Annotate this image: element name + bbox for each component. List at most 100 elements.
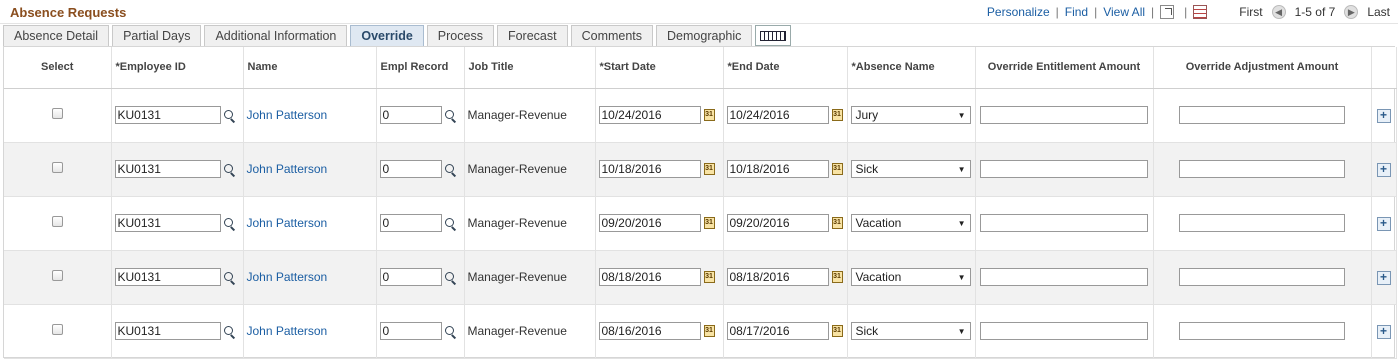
column-header-start-date[interactable]: *Start Date — [595, 47, 724, 89]
column-header-override-entitlement[interactable]: Override Entitlement Amount — [975, 47, 1154, 89]
download-grid-icon[interactable] — [1193, 5, 1208, 19]
row-select-checkbox[interactable] — [51, 108, 63, 119]
add-row-button[interactable]: + — [1376, 324, 1391, 339]
employee-lookup-icon[interactable] — [223, 217, 236, 230]
column-header-job-title[interactable]: Job Title — [464, 47, 596, 89]
row-select-checkbox[interactable] — [51, 270, 63, 281]
last-label[interactable]: Last — [1367, 5, 1390, 19]
tab-partial-days[interactable]: Partial Days — [112, 25, 202, 46]
empl-record-input[interactable]: 0 — [379, 106, 442, 124]
employee-id-input[interactable]: KU0131 — [114, 268, 221, 286]
empl-record-input[interactable]: 0 — [379, 322, 442, 340]
end-date-input[interactable]: 10/18/2016 — [726, 160, 829, 178]
start-date-calendar-icon[interactable]: 31 — [703, 325, 715, 337]
column-header-absence-name[interactable]: *Absence Name — [847, 47, 976, 89]
end-date-input[interactable]: 10/24/2016 — [726, 106, 829, 124]
override-entitlement-input[interactable] — [980, 214, 1148, 232]
tab-demographic[interactable]: Demographic — [656, 25, 753, 46]
end-date-input[interactable]: 09/20/2016 — [726, 214, 829, 232]
start-date-input[interactable]: 10/18/2016 — [598, 160, 701, 178]
absence-name-select[interactable]: Jury ▼ — [850, 106, 971, 124]
find-link[interactable]: Find — [1065, 5, 1088, 19]
personalize-link[interactable]: Personalize — [987, 5, 1050, 19]
table-body: KU0131 John Patterson 0 Manager-Revenue … — [4, 88, 1397, 359]
absence-name-cell: Sick ▼ — [847, 304, 976, 359]
absence-name-select[interactable]: Sick ▼ — [850, 322, 971, 340]
override-entitlement-input[interactable] — [980, 268, 1148, 286]
start-date-calendar-icon[interactable]: 31 — [703, 217, 715, 229]
column-header-name[interactable]: Name — [243, 47, 377, 89]
start-date-input[interactable]: 08/18/2016 — [598, 268, 701, 286]
row-select-checkbox[interactable] — [51, 324, 63, 335]
add-row-button[interactable]: + — [1376, 270, 1391, 285]
tab-forecast[interactable]: Forecast — [496, 25, 568, 46]
add-row-cell: + — [1371, 88, 1397, 143]
start-date-calendar-icon[interactable]: 31 — [703, 109, 715, 121]
employee-name-link[interactable]: John Patterson — [247, 216, 328, 230]
absence-name-select[interactable]: Sick ▼ — [850, 160, 971, 178]
employee-name-link[interactable]: John Patterson — [247, 324, 328, 338]
employee-id-input[interactable]: KU0131 — [114, 214, 221, 232]
tab-override[interactable]: Override — [350, 25, 424, 46]
empl-record-lookup-icon[interactable] — [444, 109, 457, 122]
absence-name-select[interactable]: Vacation ▼ — [850, 214, 971, 232]
first-label[interactable]: First — [1239, 5, 1262, 19]
empl-record-input[interactable]: 0 — [379, 160, 442, 178]
override-entitlement-input[interactable] — [980, 160, 1148, 178]
override-adjustment-input[interactable] — [1179, 268, 1345, 286]
row-select-checkbox[interactable] — [51, 216, 63, 227]
start-date-input[interactable]: 10/24/2016 — [598, 106, 701, 124]
tab-absence-detail[interactable]: Absence Detail — [3, 25, 110, 46]
override-adjustment-input[interactable] — [1179, 214, 1345, 232]
row-select-checkbox[interactable] — [51, 162, 63, 173]
tab-comments[interactable]: Comments — [570, 25, 654, 46]
employee-name-link[interactable]: John Patterson — [247, 108, 328, 122]
end-date-calendar-icon[interactable]: 31 — [831, 163, 843, 175]
add-row-button[interactable]: + — [1376, 108, 1391, 123]
empl-record-lookup-icon[interactable] — [444, 163, 457, 176]
employee-lookup-icon[interactable] — [223, 325, 236, 338]
employee-id-input[interactable]: KU0131 — [114, 322, 221, 340]
add-row-button[interactable]: + — [1376, 216, 1391, 231]
employee-id-input[interactable]: KU0131 — [114, 160, 221, 178]
override-adjustment-input[interactable] — [1179, 322, 1345, 340]
employee-id-input[interactable]: KU0131 — [114, 106, 221, 124]
start-date-input[interactable]: 09/20/2016 — [598, 214, 701, 232]
empl-record-input[interactable]: 0 — [379, 268, 442, 286]
column-header-end-date[interactable]: *End Date — [723, 47, 848, 89]
employee-lookup-icon[interactable] — [223, 271, 236, 284]
add-row-button[interactable]: + — [1376, 162, 1391, 177]
employee-lookup-icon[interactable] — [223, 163, 236, 176]
end-date-calendar-icon[interactable]: 31 — [831, 325, 843, 337]
empl-record-lookup-icon[interactable] — [444, 271, 457, 284]
end-date-calendar-icon[interactable]: 31 — [831, 271, 843, 283]
end-date-calendar-icon[interactable]: 31 — [831, 217, 843, 229]
employee-name-link[interactable]: John Patterson — [247, 270, 328, 284]
view-all-link[interactable]: View All — [1103, 5, 1145, 19]
show-all-columns-tab[interactable] — [755, 25, 792, 46]
override-adjustment-input[interactable] — [1179, 160, 1345, 178]
start-date-calendar-icon[interactable]: 31 — [703, 163, 715, 175]
employee-lookup-icon[interactable] — [223, 109, 236, 122]
tab-process[interactable]: Process — [426, 25, 494, 46]
empl-record-lookup-icon[interactable] — [444, 217, 457, 230]
employee-name-link[interactable]: John Patterson — [247, 162, 328, 176]
tab-additional-information[interactable]: Additional Information — [204, 25, 348, 46]
column-header-empl-record[interactable]: Empl Record — [376, 47, 465, 89]
start-date-input[interactable]: 08/16/2016 — [598, 322, 701, 340]
override-entitlement-input[interactable] — [980, 322, 1148, 340]
last-arrow-icon[interactable]: ▶ — [1344, 5, 1359, 19]
absence-name-select[interactable]: Vacation ▼ — [850, 268, 971, 286]
end-date-input[interactable]: 08/17/2016 — [726, 322, 829, 340]
column-header-employee-id[interactable]: *Employee ID — [111, 47, 244, 89]
end-date-calendar-icon[interactable]: 31 — [831, 109, 843, 121]
empl-record-lookup-icon[interactable] — [444, 325, 457, 338]
override-adjustment-input[interactable] — [1179, 106, 1345, 124]
empl-record-input[interactable]: 0 — [379, 214, 442, 232]
start-date-calendar-icon[interactable]: 31 — [703, 271, 715, 283]
end-date-input[interactable]: 08/18/2016 — [726, 268, 829, 286]
override-entitlement-input[interactable] — [980, 106, 1148, 124]
column-header-override-adjustment[interactable]: Override Adjustment Amount — [1153, 47, 1372, 89]
first-arrow-icon[interactable]: ◀ — [1271, 5, 1286, 19]
zoom-icon[interactable] — [1160, 5, 1175, 19]
